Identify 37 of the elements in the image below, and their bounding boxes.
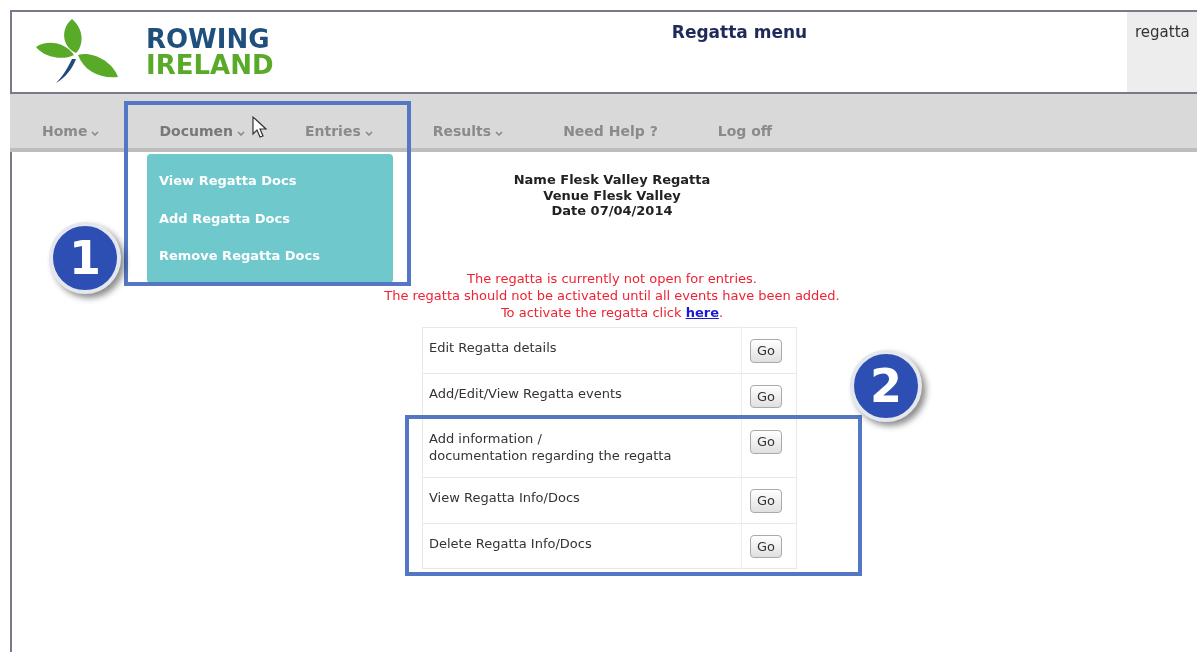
notice-text: The regatta should not be activated until all events have been added. [384,287,840,305]
page-title: Regatta menu [671,21,808,44]
user-label: regatta [1135,23,1190,41]
mouse-cursor-icon [251,115,270,139]
notice-text: To activate the regatta click here. [500,304,724,322]
dropdown-item[interactable]: Remove Regatta Docs [147,237,393,275]
table-cell: Add/Edit/View Regatta events [422,373,742,419]
nav-menu-item[interactable]: Entries [305,121,373,142]
table-cell: Add information / documentation regarding the regatta [422,418,742,478]
chevron-down-icon [495,131,504,136]
table-cell: Delete Regatta Info/Docs [422,523,742,569]
go-button[interactable]: Go [750,489,783,513]
table-cell: Edit Regatta details [422,327,742,374]
regatta-info-text: Venue Flesk Valley [543,187,681,204]
dropdown-item[interactable]: View Regatta Docs [147,162,393,200]
go-button[interactable]: Go [750,384,783,409]
callout-number: 1 [49,222,121,294]
nav-menu-item[interactable]: Need Help ? [563,121,658,142]
logo-wordmark: ROWING [146,26,271,52]
dropdown-item[interactable]: Add Regatta Docs [147,199,393,237]
nav-menu-item[interactable]: Log off [717,121,773,142]
notice-text: The regatta is currently not open for entries. [467,270,757,288]
chevron-down-icon [364,131,373,136]
chevron-down-icon [91,131,100,136]
regatta-info-text: Date 07/04/2014 [551,203,673,219]
chevron-down-icon [237,131,245,136]
go-button[interactable]: Go [750,430,783,454]
go-button[interactable]: Go [750,534,783,559]
nav-menu-item[interactable]: Results [432,121,504,142]
nav-menu-item[interactable]: Documen [159,121,245,142]
callout-number: 2 [850,350,922,422]
nav-menu-item[interactable]: Home [42,121,100,142]
activate-link[interactable]: here [685,304,719,320]
table-cell: View Regatta Info/Docs [422,477,742,524]
regatta-info-text: Name Flesk Valley Regatta [513,172,711,188]
logo-wordmark: IRELAND [146,52,274,78]
go-button[interactable]: Go [750,339,783,363]
